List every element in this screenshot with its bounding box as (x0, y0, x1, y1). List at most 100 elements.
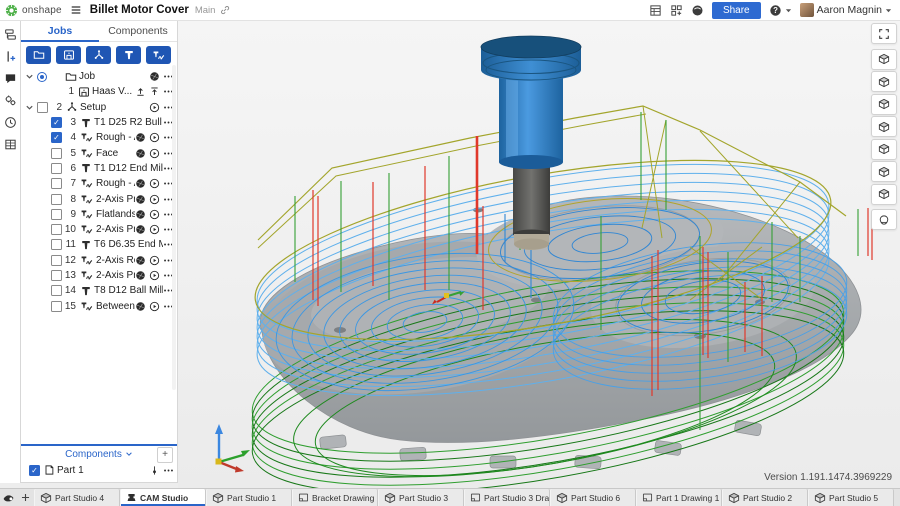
play-icon[interactable] (149, 301, 160, 312)
tree-row[interactable]: 9Flatlands (21, 207, 177, 222)
tree-row[interactable]: 14T8 D12 Ball Mill (21, 283, 177, 298)
doc-tab[interactable]: Bracket Drawing 1 (292, 489, 378, 506)
stock-icon[interactable] (149, 71, 160, 82)
tables-panel-icon[interactable] (649, 4, 662, 17)
doc-tab[interactable]: Part Studio 3 Drawing 1 (464, 489, 550, 506)
play-icon[interactable] (149, 178, 160, 189)
tree-row[interactable]: ✓3T1 D25 R2 Bull ... (21, 115, 177, 130)
doc-tab[interactable]: Part Studio 3 (378, 489, 464, 506)
hamburger-menu-icon[interactable] (70, 4, 82, 16)
workspace-name[interactable]: Main (195, 5, 216, 16)
tree-row[interactable]: 122-Axis Ro... (21, 253, 177, 268)
new-tool-button[interactable] (116, 46, 141, 64)
tree-row[interactable]: 102-Axis Pr... (21, 222, 177, 237)
visibility-checkbox[interactable]: ✓ (51, 117, 62, 128)
grid-panel-icon[interactable] (4, 138, 17, 151)
component-row[interactable]: ✓ Part 1 (21, 463, 177, 478)
tree-row[interactable]: 82-Axis Pro... (21, 191, 177, 206)
menu-icon[interactable] (163, 102, 174, 113)
play-icon[interactable] (149, 224, 160, 235)
doc-tab[interactable]: Part 1 Drawing 1 (636, 489, 722, 506)
tree-row[interactable]: 2Setup (21, 100, 177, 115)
view-expand-button-1[interactable] (871, 23, 897, 44)
doc-tab[interactable]: Part Studio 4 (34, 489, 120, 506)
new-setup-button[interactable] (86, 46, 111, 64)
visibility-checkbox[interactable] (51, 239, 62, 250)
stock-icon[interactable] (135, 194, 146, 205)
tree-row[interactable]: Job (21, 69, 177, 84)
stock-icon[interactable] (135, 301, 146, 312)
visibility-checkbox[interactable] (51, 301, 62, 312)
menu-icon[interactable] (163, 255, 174, 266)
tree-row[interactable]: 1Haas V... (21, 84, 177, 99)
add-component-button[interactable]: + (157, 447, 173, 463)
tree-row[interactable]: 5Face (21, 145, 177, 160)
stock-icon[interactable] (135, 148, 146, 159)
view-cube-button-7[interactable] (871, 161, 897, 182)
view-cube-button-2[interactable] (871, 49, 897, 70)
chevron-down-icon[interactable] (25, 103, 36, 112)
uploadtop-icon[interactable] (149, 86, 160, 97)
menu-icon[interactable] (163, 194, 174, 205)
structure-panel-icon[interactable] (4, 28, 17, 41)
menu-icon[interactable] (163, 465, 174, 476)
stock-icon[interactable] (135, 178, 146, 189)
tab-jobs[interactable]: Jobs (21, 21, 99, 42)
menu-icon[interactable] (163, 71, 174, 82)
menu-icon[interactable] (163, 285, 174, 296)
play-icon[interactable] (149, 148, 160, 159)
job-radio[interactable] (37, 72, 47, 82)
pan-cursor-icon[interactable] (0, 489, 17, 506)
new-toolpath-button[interactable] (146, 46, 171, 64)
stock-icon[interactable] (135, 270, 146, 281)
menu-icon[interactable] (163, 178, 174, 189)
menu-icon[interactable] (163, 224, 174, 235)
visibility-checkbox[interactable] (51, 255, 62, 266)
user-menu[interactable]: Aaron Magnin (800, 3, 892, 17)
view-shaded-button-9[interactable] (871, 209, 897, 230)
tree-row[interactable]: ✓4Rough - All... (21, 130, 177, 145)
play-icon[interactable] (149, 132, 160, 143)
avatar[interactable] (800, 3, 814, 17)
view-cube-button-6[interactable] (871, 139, 897, 160)
play-icon[interactable] (149, 102, 160, 113)
chevron-down-icon[interactable] (25, 72, 36, 81)
doc-tab[interactable]: Part Studio 2 (722, 489, 808, 506)
menu-icon[interactable] (163, 148, 174, 159)
visibility-checkbox[interactable] (51, 270, 62, 281)
tab-components[interactable]: Components (99, 21, 177, 42)
help-menu[interactable]: ? (769, 4, 792, 17)
menu-icon[interactable] (163, 301, 174, 312)
visibility-checkbox[interactable] (51, 148, 62, 159)
menu-icon[interactable] (163, 86, 174, 97)
visibility-checkbox[interactable] (51, 194, 62, 205)
visibility-checkbox[interactable] (51, 163, 62, 174)
play-icon[interactable] (149, 270, 160, 281)
doc-tab[interactable]: Part Studio 6 (550, 489, 636, 506)
tree-row[interactable]: 11T6 D6.35 End Mill (21, 237, 177, 252)
stock-icon[interactable] (135, 255, 146, 266)
stock-icon[interactable] (135, 209, 146, 220)
pin-icon[interactable] (149, 465, 160, 476)
view-cube-button-3[interactable] (871, 71, 897, 92)
app-store-icon[interactable] (670, 4, 683, 17)
components-header[interactable]: Components (65, 449, 122, 460)
doc-tab[interactable]: Part Studio 5 (808, 489, 894, 506)
menu-icon[interactable] (163, 270, 174, 281)
cam-toolpath-scene[interactable] (178, 21, 900, 488)
menu-icon[interactable] (163, 209, 174, 220)
view-cube-button-4[interactable] (871, 94, 897, 115)
visibility-checkbox[interactable] (51, 178, 62, 189)
insert-panel-icon[interactable] (4, 50, 17, 63)
comment-panel-icon[interactable] (4, 72, 17, 85)
link-icon[interactable] (220, 5, 230, 15)
play-icon[interactable] (149, 194, 160, 205)
tree-row[interactable]: 132-Axis Pr... (21, 268, 177, 283)
menu-icon[interactable] (163, 132, 174, 143)
view-cube-button-8[interactable] (871, 184, 897, 205)
share-button[interactable]: Share (712, 2, 761, 19)
visibility-checkbox[interactable]: ✓ (51, 132, 62, 143)
doc-tab[interactable]: CAM Studio (120, 489, 206, 506)
doc-tab[interactable]: Part Studio 1 (206, 489, 292, 506)
visibility-checkbox[interactable]: ✓ (29, 465, 40, 476)
